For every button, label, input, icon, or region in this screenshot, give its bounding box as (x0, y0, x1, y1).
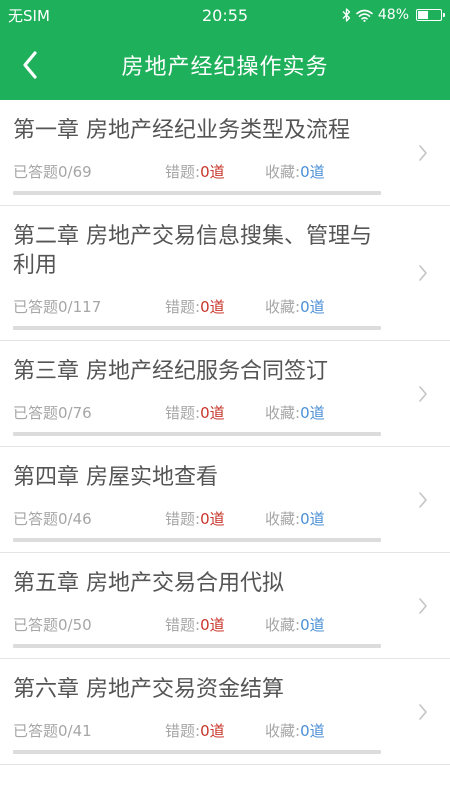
chapter-item-2[interactable]: 第二章 房地产交易信息搜集、管理与利用 已答题0/117 错题:0道 收藏:0道 (0, 206, 450, 341)
status-icons: 48% (297, 7, 446, 23)
wifi-icon (356, 9, 373, 22)
answered-count: 已答题0/46 (13, 509, 92, 528)
chapter-stats: 已答题0/50 错题:0道 收藏:0道 (13, 614, 450, 634)
wrong-count[interactable]: 错题:0道 (165, 296, 265, 317)
answered-count: 已答题0/76 (13, 403, 92, 422)
answered-count: 已答题0/69 (13, 162, 92, 181)
nav-bar: 房地产经纪操作实务 (0, 30, 450, 100)
chapter-item-3[interactable]: 第三章 房地产经纪服务合同签订 已答题0/76 错题:0道 收藏:0道 (0, 341, 450, 447)
chapter-stats: 已答题0/76 错题:0道 收藏:0道 (13, 402, 450, 422)
battery-icon (416, 9, 446, 21)
chapter-title: 第五章 房地产交易合用代拟 (13, 571, 284, 596)
chevron-right-icon (419, 385, 427, 402)
chapter-stats: 已答题0/41 错题:0道 收藏:0道 (13, 720, 450, 740)
chapter-progress-bar (13, 644, 381, 648)
chapter-item-6[interactable]: 第六章 房地产交易资金结算 已答题0/41 错题:0道 收藏:0道 (0, 659, 450, 765)
favorites-count[interactable]: 收藏:0道 (265, 161, 375, 182)
chevron-left-icon (23, 51, 37, 79)
wrong-count[interactable]: 错题:0道 (165, 161, 265, 182)
chapter-title: 第二章 房地产交易信息搜集、管理与利用 (13, 224, 372, 278)
chapter-stats: 已答题0/117 错题:0道 收藏:0道 (13, 296, 450, 316)
bluetooth-icon (342, 8, 351, 22)
chapter-title: 第六章 房地产交易资金结算 (13, 677, 284, 702)
back-button[interactable] (0, 30, 60, 100)
chapter-title: 第四章 房屋实地查看 (13, 465, 218, 490)
chevron-right-icon (419, 491, 427, 508)
chapter-stats: 已答题0/69 错题:0道 收藏:0道 (13, 161, 450, 181)
chevron-right-icon (419, 703, 427, 720)
app-screen: 无SIM 20:55 48% 房地产经纪操作实务 第一章 房地产经纪业务类型及流… (0, 0, 450, 800)
chapter-title: 第三章 房地产经纪服务合同签订 (13, 359, 328, 384)
page-title: 房地产经纪操作实务 (121, 55, 329, 80)
favorites-count[interactable]: 收藏:0道 (265, 402, 375, 423)
answered-count: 已答题0/50 (13, 615, 92, 634)
chapter-progress-bar (13, 326, 381, 330)
battery-fill (418, 11, 428, 19)
chapter-progress-bar (13, 538, 381, 542)
chapter-list: 第一章 房地产经纪业务类型及流程 已答题0/69 错题:0道 收藏:0道 第二章… (0, 100, 450, 765)
answered-count: 已答题0/117 (13, 297, 102, 316)
answered-count: 已答题0/41 (13, 721, 92, 740)
wrong-count[interactable]: 错题:0道 (165, 508, 265, 529)
favorites-count[interactable]: 收藏:0道 (265, 614, 375, 635)
chevron-right-icon (419, 265, 427, 281)
chapter-stats: 已答题0/46 错题:0道 收藏:0道 (13, 508, 450, 528)
chevron-right-icon (419, 144, 427, 161)
battery-percent: 48% (377, 7, 410, 23)
chapter-item-1[interactable]: 第一章 房地产经纪业务类型及流程 已答题0/69 错题:0道 收藏:0道 (0, 100, 450, 206)
favorites-count[interactable]: 收藏:0道 (265, 296, 375, 317)
chapter-progress-bar (13, 191, 381, 195)
chapter-item-5[interactable]: 第五章 房地产交易合用代拟 已答题0/50 错题:0道 收藏:0道 (0, 553, 450, 659)
favorites-count[interactable]: 收藏:0道 (265, 720, 375, 741)
chapter-progress-bar (13, 432, 381, 436)
chevron-right-icon (419, 597, 427, 614)
chapter-title: 第一章 房地产经纪业务类型及流程 (13, 118, 350, 143)
carrier-label: 无SIM (8, 6, 50, 25)
favorites-count[interactable]: 收藏:0道 (265, 508, 375, 529)
status-bar: 无SIM 20:55 48% (0, 0, 450, 30)
chapter-progress-bar (13, 750, 381, 754)
wrong-count[interactable]: 错题:0道 (165, 614, 265, 635)
status-time: 20:55 (201, 5, 249, 25)
wrong-count[interactable]: 错题:0道 (165, 402, 265, 423)
wrong-count[interactable]: 错题:0道 (165, 720, 265, 741)
chapter-item-4[interactable]: 第四章 房屋实地查看 已答题0/46 错题:0道 收藏:0道 (0, 447, 450, 553)
